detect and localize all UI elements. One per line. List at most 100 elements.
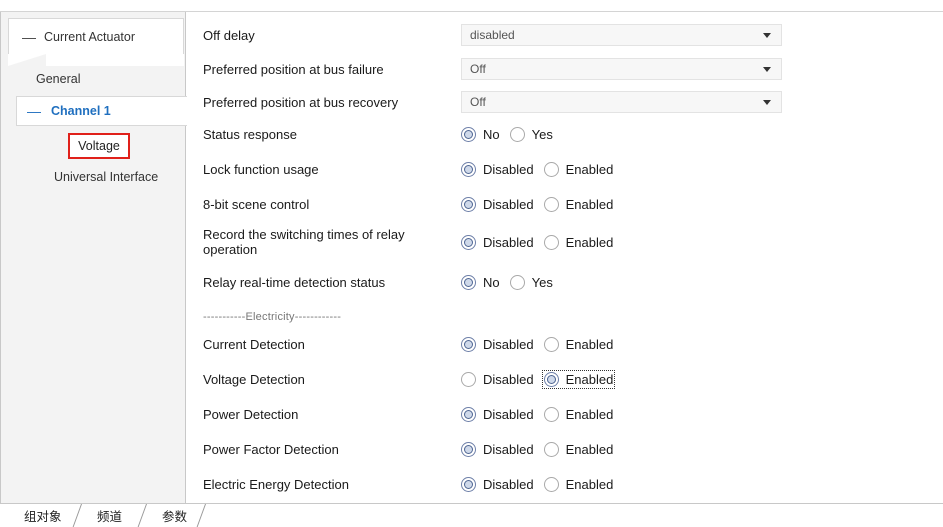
power-detection-enabled-option[interactable]: Enabled <box>543 406 614 422</box>
radio-unselected-icon[interactable] <box>543 196 559 212</box>
status-response-no-option[interactable]: No <box>461 126 500 142</box>
relay-detection-yes-option[interactable]: Yes <box>509 274 553 290</box>
radio-unselected-icon[interactable] <box>461 371 476 387</box>
parameter-panel: Off delay disabled Preferred position at… <box>187 12 943 503</box>
radio-selected-icon[interactable] <box>461 476 476 492</box>
parameter-window: — Current Actuator General — Channel 1 V… <box>0 11 943 503</box>
param-row-relay-detection: Relay real-time detection status No Yes <box>203 270 933 294</box>
param-row-energy-detection: Electric Energy Detection Disabled Enabl… <box>203 472 933 496</box>
tree-item-universal-interface[interactable]: Universal Interface <box>54 170 158 184</box>
radio-unselected-icon[interactable] <box>543 441 559 457</box>
tab-channels[interactable]: 频道 <box>97 504 122 527</box>
tree-item-voltage[interactable]: Voltage <box>68 133 130 159</box>
param-row-record-switching: Record the switching times of relay oper… <box>203 224 933 260</box>
status-response-yes-option[interactable]: Yes <box>509 126 553 142</box>
power-factor-disabled-option[interactable]: Disabled <box>461 441 534 457</box>
tab-divider <box>196 504 206 527</box>
scene-control-disabled-option[interactable]: Disabled <box>461 196 534 212</box>
radio-unselected-icon[interactable] <box>509 126 525 142</box>
radio-unselected-icon[interactable] <box>543 406 559 422</box>
tree-item-general[interactable]: General <box>36 72 80 86</box>
option-label: Enabled <box>565 441 614 457</box>
option-label: Disabled <box>483 234 534 250</box>
param-row-power-detection: Power Detection Disabled Enabled <box>203 402 933 426</box>
voltage-detection-enabled-option[interactable]: Enabled <box>541 369 616 389</box>
scene-control-enabled-option[interactable]: Enabled <box>543 196 614 212</box>
tree-item-label: Current Actuator <box>44 29 136 44</box>
option-label: Yes <box>531 126 553 142</box>
radio-unselected-icon[interactable] <box>543 234 559 250</box>
relay-detection-no-option[interactable]: No <box>461 274 500 290</box>
param-label: Lock function usage <box>203 161 319 177</box>
caret-down-icon <box>763 32 771 38</box>
radio-unselected-icon[interactable] <box>509 274 525 290</box>
radio-selected-icon[interactable] <box>461 161 476 177</box>
option-label: Enabled <box>565 196 614 212</box>
param-label: Electric Energy Detection <box>203 476 349 492</box>
current-detection-disabled-option[interactable]: Disabled <box>461 336 534 352</box>
option-label: Disabled <box>483 406 534 422</box>
param-label: Current Detection <box>203 336 305 352</box>
param-row-current-detection: Current Detection Disabled Enabled <box>203 332 933 356</box>
param-label: 8-bit scene control <box>203 196 310 212</box>
bus-recovery-select[interactable]: Off <box>461 91 782 113</box>
caret-down-icon <box>763 99 771 105</box>
option-label: Enabled <box>565 406 614 422</box>
separator-label: -----------Electricity------------ <box>203 311 342 323</box>
tab-group-objects[interactable]: 组对象 <box>24 504 62 527</box>
param-row-scene-control: 8-bit scene control Disabled Enabled <box>203 192 933 216</box>
energy-detection-disabled-option[interactable]: Disabled <box>461 476 534 492</box>
off-delay-select[interactable]: disabled <box>461 24 782 46</box>
param-label: Preferred position at bus failure <box>203 61 384 77</box>
param-label: Preferred position at bus recovery <box>203 94 399 110</box>
tree-item-label: Channel 1 <box>51 104 111 118</box>
param-row-status-response: Status response No Yes <box>203 122 933 146</box>
tab-divider <box>72 504 82 527</box>
option-label: No <box>483 274 500 290</box>
caret-down-icon <box>763 66 771 72</box>
radio-selected-icon[interactable] <box>461 274 476 290</box>
param-label: Power Detection <box>203 406 299 422</box>
radio-selected-icon[interactable] <box>461 336 476 352</box>
energy-detection-enabled-option[interactable]: Enabled <box>543 476 614 492</box>
radio-unselected-icon[interactable] <box>543 476 559 492</box>
radio-selected-icon[interactable] <box>461 234 476 250</box>
lock-function-disabled-option[interactable]: Disabled <box>461 161 534 177</box>
select-value: disabled <box>470 28 515 42</box>
radio-selected-icon[interactable] <box>543 371 559 387</box>
param-row-voltage-detection: Voltage Detection Disabled Enabled <box>203 367 933 391</box>
option-label: Enabled <box>565 234 614 250</box>
option-label: Enabled <box>565 161 614 177</box>
param-row-bus-failure: Preferred position at bus failure Off <box>203 56 933 82</box>
param-label: Power Factor Detection <box>203 441 339 457</box>
radio-unselected-icon[interactable] <box>543 336 559 352</box>
collapse-icon[interactable]: — <box>22 29 36 45</box>
param-row-off-delay: Off delay disabled <box>203 22 933 48</box>
param-label: Relay real-time detection status <box>203 274 386 290</box>
option-label: Yes <box>531 274 553 290</box>
current-detection-enabled-option[interactable]: Enabled <box>543 336 613 352</box>
radio-selected-icon[interactable] <box>461 406 476 422</box>
bus-failure-select[interactable]: Off <box>461 58 782 80</box>
record-switching-enabled-option[interactable]: Enabled <box>543 234 614 250</box>
collapse-icon[interactable]: — <box>27 103 41 119</box>
radio-selected-icon[interactable] <box>461 441 476 457</box>
radio-selected-icon[interactable] <box>461 126 476 142</box>
lock-function-enabled-option[interactable]: Enabled <box>543 161 614 177</box>
param-row-lock-function: Lock function usage Disabled Enabled <box>203 157 933 181</box>
option-label: Enabled <box>565 476 614 492</box>
tree-item-current-actuator[interactable]: — Current Actuator <box>8 18 184 54</box>
power-detection-disabled-option[interactable]: Disabled <box>461 406 534 422</box>
tab-parameters[interactable]: 参数 <box>162 504 187 527</box>
radio-selected-icon[interactable] <box>461 196 476 212</box>
channel-tree: — Current Actuator General — Channel 1 V… <box>0 12 188 503</box>
tree-connector <box>8 54 184 66</box>
param-label: Off delay <box>203 27 255 43</box>
select-value: Off <box>470 62 486 76</box>
option-label: Disabled <box>483 161 534 177</box>
radio-unselected-icon[interactable] <box>543 161 559 177</box>
tree-item-channel-1[interactable]: — Channel 1 <box>16 96 188 126</box>
voltage-detection-disabled-option[interactable]: Disabled <box>461 371 534 387</box>
record-switching-disabled-option[interactable]: Disabled <box>461 234 534 250</box>
power-factor-enabled-option[interactable]: Enabled <box>543 441 614 457</box>
